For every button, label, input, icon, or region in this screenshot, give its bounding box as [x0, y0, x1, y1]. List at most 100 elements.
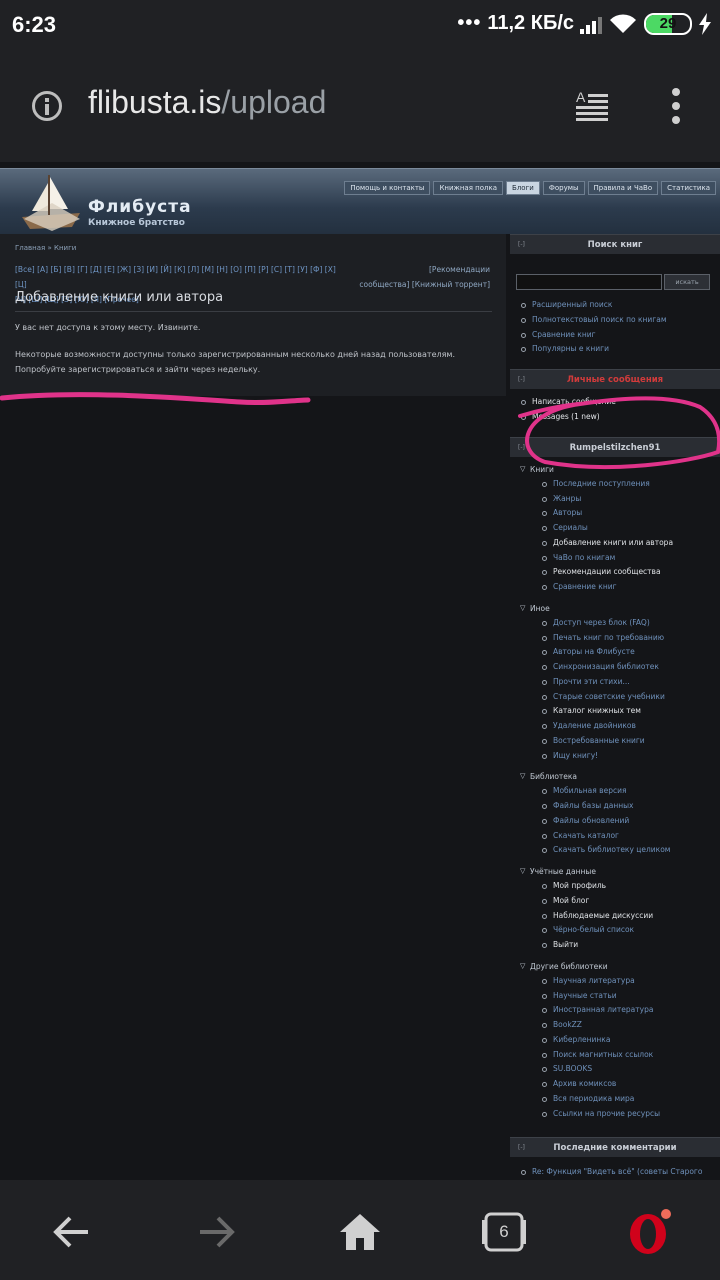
menu-item[interactable]: Каталог книжных тем: [542, 704, 720, 719]
menu-item[interactable]: Авторы: [542, 506, 720, 521]
menu-item[interactable]: Мобильная версия: [542, 784, 720, 799]
link-popular-books[interactable]: Популярны е книги: [520, 342, 720, 357]
back-arrow-icon[interactable]: [48, 1208, 96, 1256]
battery-level: 29: [659, 14, 677, 32]
menu-item[interactable]: Файлы обновлений: [542, 814, 720, 829]
recommendations-links[interactable]: [Рекомендации сообщества] [Книжный торре…: [359, 262, 490, 292]
collapse-toggle[interactable]: [-]: [518, 1138, 525, 1158]
menu-item[interactable]: Добавление книги или автора: [542, 536, 720, 551]
menu-item[interactable]: Научные статьи: [542, 989, 720, 1004]
user-block-header: [-] Rumpelstilzchen91: [510, 436, 720, 458]
collapse-toggle[interactable]: [-]: [518, 235, 525, 255]
menu-item[interactable]: Киберленинка: [542, 1033, 720, 1048]
search-button[interactable]: искать: [664, 274, 710, 290]
breadcrumb[interactable]: Главная » Книги: [15, 244, 76, 252]
menu-item[interactable]: ЧаВо по книгам: [542, 551, 720, 566]
ship-logo-icon[interactable]: [18, 173, 86, 235]
menu-item[interactable]: Вся периодика мира: [542, 1092, 720, 1107]
menu-item[interactable]: Печать книг по требованию: [542, 631, 720, 646]
web-content: Флибуста Книжное братство Помощь и конта…: [0, 162, 720, 1180]
opera-menu-icon[interactable]: [624, 1208, 672, 1256]
menu-item[interactable]: Удаление двойников: [542, 719, 720, 734]
search-input[interactable]: [516, 274, 662, 290]
menu-item[interactable]: Доступ через блок (FAQ): [542, 616, 720, 631]
menu-item[interactable]: Сравнение книг: [542, 580, 720, 595]
menu-item[interactable]: Файлы базы данных: [542, 799, 720, 814]
home-icon[interactable]: [336, 1208, 384, 1256]
site-header: Флибуста Книжное братство Помощь и конта…: [0, 168, 720, 234]
pm-links: Написать сообщение Messages (1 new): [510, 389, 720, 429]
menu-group-label[interactable]: Библиотека: [520, 769, 720, 784]
link-messages[interactable]: Messages (1 new): [520, 410, 720, 425]
site-subtitle: Книжное братство: [88, 218, 185, 228]
reader-mode-icon[interactable]: A: [574, 88, 610, 124]
sidebar: [-] Поиск книг искать Расширенный поиск …: [510, 234, 720, 1180]
menu-item[interactable]: Мой блог: [542, 894, 720, 909]
menu-item[interactable]: Мой профиль: [542, 879, 720, 894]
tabs-button[interactable]: 6: [480, 1208, 528, 1256]
menu-group: КнигиПоследние поступленияЖанрыАвторыСер…: [510, 462, 720, 595]
menu-item[interactable]: SU.BOOKS: [542, 1062, 720, 1077]
menu-group: БиблиотекаМобильная версияФайлы базы дан…: [510, 769, 720, 858]
link-write-message[interactable]: Написать сообщение: [520, 395, 720, 410]
browser-bottom-bar: 6: [0, 1180, 720, 1280]
menu-group-items: Мобильная версия Файлы базы данных Файлы о…: [520, 784, 720, 858]
alphabet-line-1[interactable]: [Все] [А] [Б] [В] [Г] [Д] [Е] [Ж] [З] [И…: [15, 262, 345, 292]
menu-item[interactable]: Чёрно-белый список: [542, 923, 720, 938]
recs-line-1[interactable]: [Рекомендации: [359, 262, 490, 277]
url-field[interactable]: flibusta.is/upload: [88, 84, 326, 121]
menu-item[interactable]: Выйти: [542, 938, 720, 953]
menu-item[interactable]: Сериалы: [542, 521, 720, 536]
link-compare-books[interactable]: Сравнение книг: [520, 328, 720, 343]
menu-item[interactable]: Скачать каталог: [542, 829, 720, 844]
menu-group-label[interactable]: Учётные данные: [520, 864, 720, 879]
menu-item[interactable]: Рекомендации сообщества: [542, 565, 720, 580]
comment-link[interactable]: Re: Функция "Видеть всё" (советы Старого…: [520, 1165, 710, 1180]
site-title[interactable]: Флибуста: [88, 197, 192, 217]
link-fulltext-search[interactable]: Полнотекстовый поиск по книгам: [520, 313, 720, 328]
comments-block-title: Последние комментарии: [553, 1143, 677, 1154]
forward-arrow-icon[interactable]: [192, 1208, 240, 1256]
nav-bookshelf[interactable]: Книжная полка: [433, 181, 504, 195]
menu-item[interactable]: Жанры: [542, 492, 720, 507]
menu-group-label[interactable]: Книги: [520, 462, 720, 477]
recs-line-2[interactable]: сообщества] [Книжный торрент]: [359, 277, 490, 292]
wifi-icon: [610, 13, 636, 33]
nav-help[interactable]: Помощь и контакты: [344, 181, 431, 195]
collapse-toggle[interactable]: [-]: [518, 370, 525, 390]
search-block-title: Поиск книг: [587, 240, 643, 250]
menu-group-items: Научная литература Научные статьи Иностран…: [520, 974, 720, 1122]
charging-icon: [699, 12, 711, 35]
menu-item[interactable]: Последние поступления: [542, 477, 720, 492]
menu-item[interactable]: Синхронизация библиотек: [542, 660, 720, 675]
divider: [15, 311, 492, 312]
status-icons: ••• 11,2 КБ/с 29: [457, 12, 712, 35]
menu-item[interactable]: Старые советские учебники: [542, 690, 720, 705]
menu-item[interactable]: Архив комиксов: [542, 1077, 720, 1092]
search-form: искать: [510, 266, 720, 298]
menu-item[interactable]: Поиск магнитных ссылок: [542, 1048, 720, 1063]
menu-group-items: Мой профиль Мой блог Наблюдаемые дискуссии…: [520, 879, 720, 953]
menu-item[interactable]: Иностранная литература: [542, 1003, 720, 1018]
menu-item[interactable]: Скачать библиотеку целиком: [542, 843, 720, 858]
site-info-icon[interactable]: [32, 91, 62, 121]
menu-item[interactable]: Ищу книгу!: [542, 749, 720, 764]
nav-blogs[interactable]: Блоги: [506, 181, 540, 195]
nav-rules[interactable]: Правила и ЧаВо: [587, 181, 659, 195]
overflow-menu-icon[interactable]: [668, 88, 684, 124]
page-title: Добавление книги или автора: [15, 290, 224, 305]
nav-stats[interactable]: Статистика: [661, 181, 716, 195]
collapse-toggle[interactable]: [-]: [518, 438, 525, 458]
menu-item[interactable]: Научная литература: [542, 974, 720, 989]
menu-group-label[interactable]: Иное: [520, 601, 720, 616]
menu-item[interactable]: Авторы на Флибусте: [542, 645, 720, 660]
link-advanced-search[interactable]: Расширенный поиск: [520, 298, 720, 313]
menu-group-label[interactable]: Другие библиотеки: [520, 959, 720, 974]
menu-item[interactable]: Прочти эти стихи...: [542, 675, 720, 690]
menu-item[interactable]: Востребованные книги: [542, 734, 720, 749]
nav-forums[interactable]: Форумы: [542, 181, 585, 195]
menu-item[interactable]: Наблюдаемые дискуссии: [542, 909, 720, 924]
menu-item[interactable]: BookZZ: [542, 1018, 720, 1033]
menu-group: ИноеДоступ через блок (FAQ)Печать книг п…: [510, 601, 720, 764]
menu-item[interactable]: Ссылки на прочие ресурсы: [542, 1107, 720, 1122]
